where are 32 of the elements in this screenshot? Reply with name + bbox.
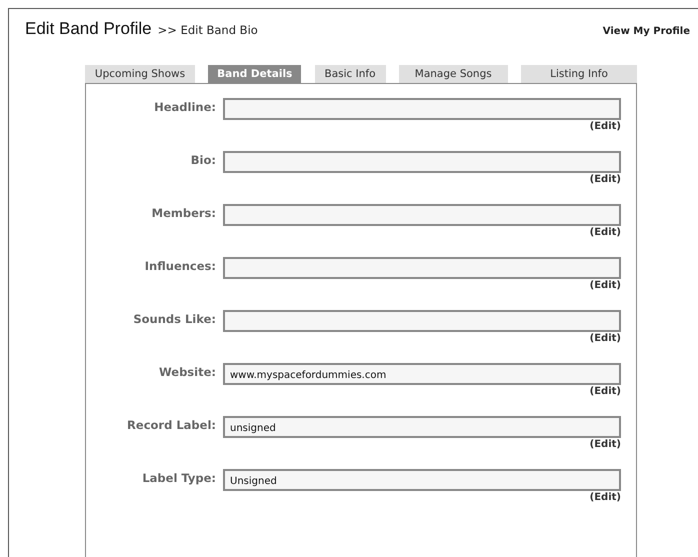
edit-link[interactable]: (Edit)	[590, 386, 621, 397]
field-label: Website:	[158, 364, 216, 381]
input-field[interactable]	[223, 204, 621, 226]
field-label: Headline:	[153, 99, 216, 116]
tab[interactable]: Basic Info	[314, 65, 386, 83]
edit-link[interactable]: (Edit)	[590, 174, 621, 185]
tab[interactable]: Band Details	[208, 65, 302, 83]
field-label: Influences:	[144, 258, 216, 275]
field-label: Sounds Like:	[132, 311, 216, 328]
input-field[interactable]	[223, 98, 621, 120]
tab[interactable]: Upcoming Shows	[85, 65, 195, 83]
edit-link[interactable]: (Edit)	[590, 333, 621, 344]
input-field[interactable]	[223, 310, 621, 332]
input-field[interactable]: unsigned	[223, 416, 621, 438]
input-field[interactable]	[223, 257, 621, 279]
edit-link[interactable]: (Edit)	[590, 492, 621, 503]
page-title: Edit Band Profile	[25, 19, 152, 39]
field-label: Record Label:	[126, 417, 216, 434]
tab[interactable]: Manage Songs	[398, 65, 508, 83]
edit-link[interactable]: (Edit)	[590, 439, 621, 450]
input-field[interactable]	[223, 151, 621, 173]
input-field[interactable]: www.myspacefordummies.com	[223, 363, 621, 385]
input-field[interactable]: Unsigned	[223, 469, 621, 491]
breadcrumb: >> Edit Band Bio	[158, 23, 258, 37]
edit-link[interactable]: (Edit)	[590, 280, 621, 291]
edit-link[interactable]: (Edit)	[590, 227, 621, 238]
field-label: Members:	[150, 205, 216, 222]
view-profile-link[interactable]: View My Profile	[602, 26, 690, 37]
edit-link[interactable]: (Edit)	[590, 121, 621, 132]
field-label: Label Type:	[141, 470, 216, 487]
tab[interactable]: Listing Info	[521, 65, 637, 83]
field-label: Bio:	[190, 152, 216, 169]
